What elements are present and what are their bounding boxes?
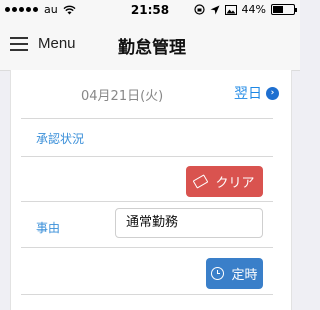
- chevron-right-icon: ›: [266, 86, 279, 100]
- current-date: 04月21日(火): [81, 89, 164, 104]
- reason-label: 事由: [36, 221, 61, 235]
- eraser-icon: [193, 174, 209, 189]
- battery-percent: 44%: [241, 3, 266, 16]
- battery-icon: [271, 4, 297, 15]
- attendance-card: 04月21日(火) 翌日 › 承認状況 クリア 事由 通常勤務 定時: [10, 70, 292, 310]
- next-day-label: 翌日: [234, 86, 262, 102]
- divider: [21, 156, 273, 157]
- divider: [21, 294, 273, 295]
- navigation-bar: Menu 勤怠管理: [0, 20, 300, 71]
- divider: [21, 201, 273, 202]
- clear-button[interactable]: クリア: [186, 166, 263, 197]
- next-day-link[interactable]: 翌日 ›: [234, 83, 279, 103]
- menu-button[interactable]: Menu: [10, 35, 76, 52]
- rotation-lock-icon: [193, 4, 205, 15]
- hamburger-icon: [10, 36, 28, 51]
- battery-fill: [273, 6, 283, 13]
- location-icon: [210, 5, 220, 14]
- image-icon: [224, 4, 237, 15]
- approval-status-label: 承認状況: [36, 132, 85, 146]
- regular-hours-button[interactable]: 定時: [206, 258, 263, 289]
- status-bar: au 21:58 44%: [0, 0, 300, 20]
- divider: [21, 118, 273, 119]
- status-right: 44%: [193, 3, 297, 16]
- page-title: 勤怠管理: [118, 38, 186, 58]
- reason-select[interactable]: 通常勤務: [115, 208, 263, 238]
- divider: [21, 247, 273, 248]
- regular-hours-label: 定時: [231, 268, 258, 283]
- clear-button-label: クリア: [215, 176, 255, 191]
- date-row: 04月21日(火) 翌日 ›: [11, 70, 291, 118]
- clock-icon: [211, 267, 225, 280]
- menu-label: Menu: [38, 35, 76, 52]
